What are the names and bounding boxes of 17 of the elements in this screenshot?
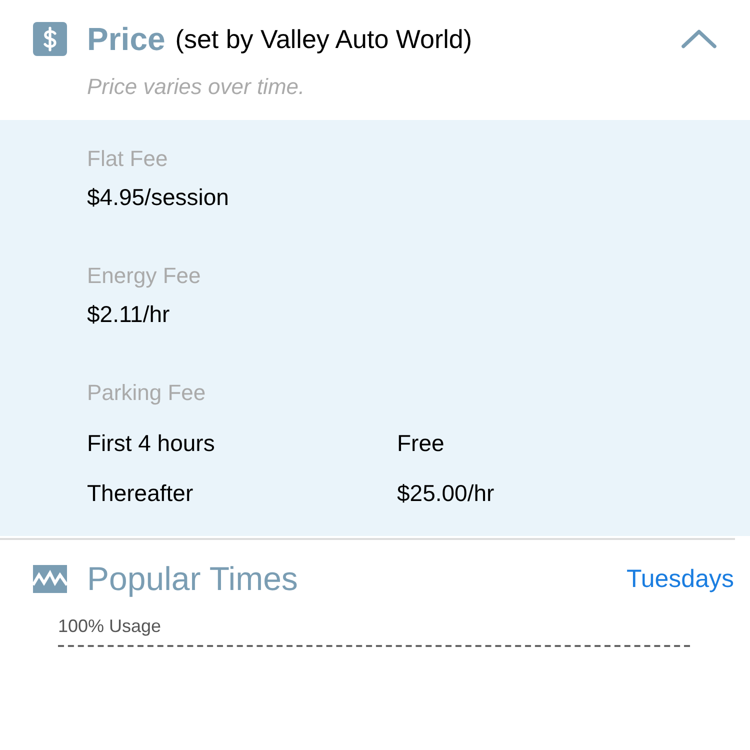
fee-term: First 4 hours xyxy=(87,430,216,456)
fee-value: Free xyxy=(397,430,444,456)
fee-value: $4.95/session xyxy=(87,184,230,211)
section-title: Popular Times xyxy=(87,560,298,598)
fee-value: $25.00/hr xyxy=(397,480,494,506)
fee-label: Parking Fee xyxy=(87,380,207,406)
usage-label: 100% Usage xyxy=(57,615,162,637)
fee-label: Flat Fee xyxy=(87,146,169,172)
price-note: Price varies over time. xyxy=(86,73,306,101)
activity-icon xyxy=(33,565,67,593)
fee-value: $2.11/hr xyxy=(87,301,171,328)
section-title: Price xyxy=(87,20,166,58)
day-link[interactable]: Tuesdays xyxy=(626,564,734,594)
fee-term: Thereafter xyxy=(87,480,194,506)
dollar-icon xyxy=(33,22,67,56)
fee-label: Energy Fee xyxy=(87,263,202,289)
price-setter: (set by Valley Auto World) xyxy=(175,24,472,54)
